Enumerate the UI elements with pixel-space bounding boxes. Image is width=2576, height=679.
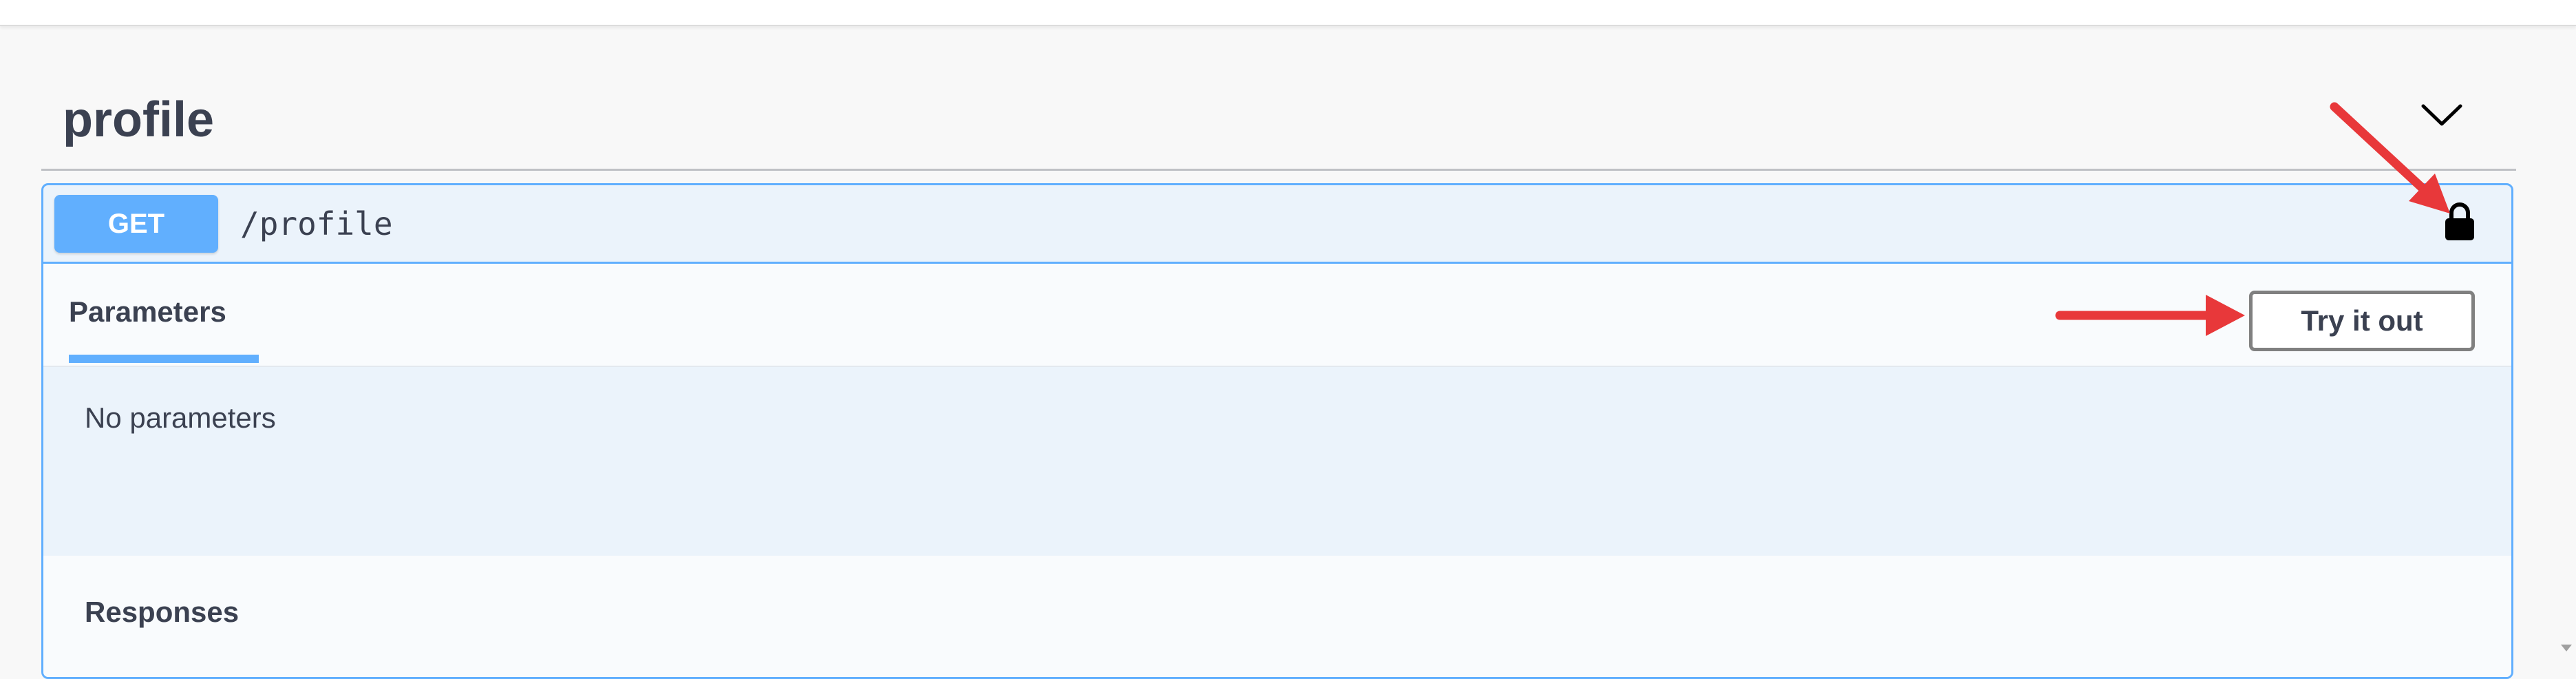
scroll-down-arrow-icon[interactable] — [2560, 643, 2573, 653]
lock-icon — [2445, 202, 2474, 240]
method-badge: GET — [54, 195, 218, 253]
no-parameters-text: No parameters — [85, 401, 276, 434]
chevron-down-icon — [2421, 104, 2462, 126]
try-it-out-button[interactable]: Try it out — [2249, 291, 2475, 351]
tab-active-indicator — [69, 355, 259, 363]
section-title: profile — [63, 92, 215, 147]
authorize-lock-button[interactable] — [2443, 200, 2476, 242]
responses-title: Responses — [85, 596, 239, 628]
tab-parameters[interactable]: Parameters — [69, 291, 226, 333]
responses-header: Responses — [43, 556, 2511, 677]
operation-summary[interactable]: GET /profile — [43, 185, 2511, 264]
top-bar — [0, 0, 2576, 26]
operation-block: GET /profile Parameters Try it out No pa… — [41, 183, 2513, 679]
section-collapse-toggle[interactable] — [2419, 96, 2465, 135]
section-divider — [41, 169, 2516, 171]
parameters-body: No parameters — [43, 367, 2511, 556]
parameters-header: Parameters Try it out — [43, 264, 2511, 367]
operation-path: /profile — [240, 205, 393, 242]
